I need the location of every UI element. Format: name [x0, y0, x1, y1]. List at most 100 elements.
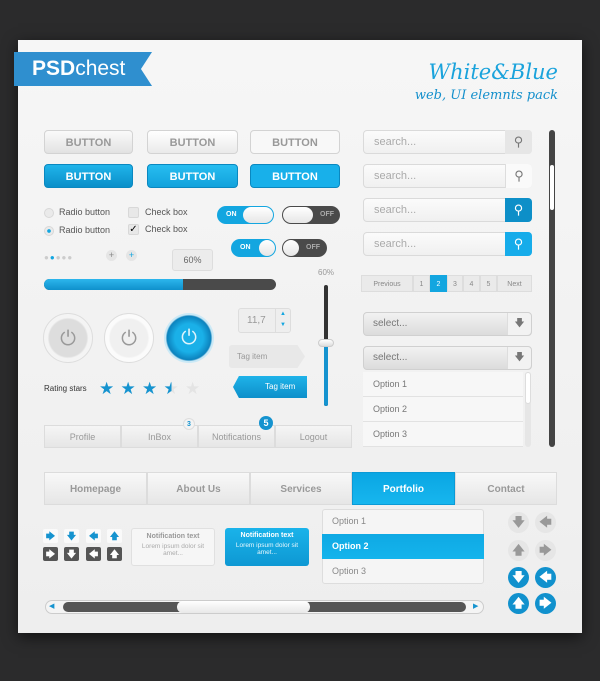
arrow-left-icon[interactable]: 🡄 — [86, 547, 101, 561]
select-dropdown[interactable]: select... 🡇 — [363, 346, 532, 370]
search-input[interactable]: search... ⚲ — [363, 130, 532, 154]
plus-icon[interactable]: + — [106, 250, 117, 261]
stepper-value: 11,7 — [247, 315, 266, 326]
star-icon[interactable]: ★ — [142, 379, 157, 399]
pagination-page[interactable]: 3 — [447, 275, 463, 292]
checkbox-checked[interactable]: ✓ — [128, 224, 139, 235]
gray-button-hover[interactable]: BUTTON — [147, 130, 238, 154]
options-scrollbar[interactable] — [525, 372, 531, 447]
select-dropdown[interactable]: select... 🡇 — [363, 312, 532, 336]
progress-tooltip: 60% — [172, 249, 213, 271]
blue-button[interactable]: BUTTON — [44, 164, 133, 188]
tab-logout[interactable]: Logout — [275, 425, 352, 448]
toggle-on[interactable]: ON — [217, 206, 274, 224]
plus-icon-active[interactable]: + — [126, 250, 137, 261]
arrow-right-icon[interactable]: 🡆 — [535, 540, 556, 561]
power-icon-active[interactable]: ⏻ — [164, 313, 214, 363]
select-option[interactable]: Option 3 — [363, 422, 523, 447]
progress-bar — [44, 279, 276, 290]
nav-contact[interactable]: Contact — [455, 472, 557, 505]
notification-title: Notification text — [240, 532, 294, 539]
star-icon[interactable]: ★ — [185, 379, 200, 399]
pagination-page[interactable]: 5 — [480, 275, 497, 292]
nav-services[interactable]: Services — [250, 472, 352, 505]
blue-button-hover[interactable]: BUTTON — [147, 164, 238, 188]
nav-portfolio-active[interactable]: Portfolio — [352, 472, 455, 505]
arrow-right-icon[interactable]: 🡆 — [43, 547, 58, 561]
arrow-down-icon[interactable]: 🡇 — [64, 547, 79, 561]
dropdown-option[interactable]: Option 1 — [322, 509, 484, 534]
search-placeholder: search... — [374, 170, 417, 182]
select-option[interactable]: Option 2 — [363, 397, 523, 422]
pagination-page-active[interactable]: 2 — [430, 275, 447, 292]
arrow-left-icon[interactable]: 🡄 — [535, 567, 556, 588]
arrow-left-icon[interactable]: 🡄 — [535, 512, 556, 533]
notification-light: Notification text Lorem ipsum dolor sit a… — [131, 528, 215, 566]
notification-body: Lorem ipsum dolor sit amet... — [141, 543, 205, 557]
kit-subtitle: web, UI elemnts pack — [414, 88, 558, 103]
tag-item[interactable]: Tag item — [229, 345, 305, 368]
star-icon[interactable]: ★ — [99, 379, 114, 399]
arrow-left-icon[interactable]: 🡄 — [86, 529, 101, 543]
stepper-arrows-icon[interactable]: ▲ ▼ — [275, 309, 290, 332]
notification-body: Lorem ipsum dolor sit amet... — [235, 542, 299, 556]
arrow-up-icon[interactable]: 🡅 — [107, 529, 122, 543]
logo-light: chest — [75, 57, 126, 80]
slider-value-label: 60% — [318, 268, 335, 277]
notification-blue: Notification text Lorem ipsum dolor sit a… — [225, 528, 309, 566]
nav-homepage[interactable]: Homepage — [44, 472, 147, 505]
search-icon[interactable]: ⚲ — [505, 164, 532, 188]
star-icon[interactable]: ★ — [164, 379, 179, 399]
search-input[interactable]: search... ⚲ — [363, 232, 532, 256]
toggle-on-label: ON — [240, 244, 251, 251]
scrollbar-thumb[interactable] — [550, 165, 554, 210]
checkbox-label: Check box — [145, 224, 188, 234]
power-icon[interactable]: ⏻ — [104, 313, 154, 363]
search-icon[interactable]: ⚲ — [505, 198, 532, 222]
search-input[interactable]: search... ⚲ — [363, 198, 532, 222]
pagination-page[interactable]: 4 — [463, 275, 480, 292]
search-icon[interactable]: ⚲ — [505, 130, 532, 154]
arrow-up-icon[interactable]: 🡅 — [508, 540, 529, 561]
arrow-down-icon[interactable]: 🡇 — [64, 529, 79, 543]
radio-button[interactable] — [44, 208, 54, 218]
dropdown-option[interactable]: Option 3 — [322, 559, 484, 584]
select-value: select... — [373, 318, 408, 329]
gray-button[interactable]: BUTTON — [44, 130, 133, 154]
radio-button-checked[interactable] — [44, 226, 54, 236]
number-stepper[interactable]: 11,7 ▲ ▼ — [238, 308, 291, 333]
horizontal-scrollbar-thumb[interactable] — [177, 601, 310, 613]
notification-title: Notification text — [146, 533, 200, 540]
arrow-up-icon[interactable]: 🡅 — [107, 547, 122, 561]
scroll-left-icon[interactable]: ◀ — [49, 602, 54, 610]
tab-profile[interactable]: Profile — [44, 425, 121, 448]
pagination-next[interactable]: Next — [497, 275, 532, 292]
pagination-page[interactable]: 1 — [413, 275, 430, 292]
arrow-right-icon[interactable]: 🡆 — [535, 593, 556, 614]
toggle-off[interactable]: OFF — [282, 206, 340, 224]
blue-button-pressed[interactable]: BUTTON — [250, 164, 340, 188]
toggle-on-small[interactable]: ON — [231, 239, 276, 257]
toggle-off-small[interactable]: OFF — [282, 239, 327, 257]
arrow-down-icon[interactable]: 🡇 — [508, 512, 529, 533]
pager-dots[interactable]: ●●●●● — [44, 253, 73, 262]
select-option[interactable]: Option 1 — [363, 372, 523, 397]
arrow-down-icon[interactable]: 🡇 — [507, 313, 531, 335]
power-icon[interactable]: ⏻ — [43, 313, 93, 363]
search-icon[interactable]: ⚲ — [505, 232, 532, 256]
radio-label: Radio button — [59, 225, 111, 235]
pagination-previous[interactable]: Previous — [361, 275, 413, 292]
arrow-right-icon[interactable]: 🡆 — [43, 529, 58, 543]
search-input[interactable]: search... ⚲ — [363, 164, 532, 188]
dropdown-option-selected[interactable]: Option 2 — [322, 534, 484, 559]
nav-about-us[interactable]: About Us — [147, 472, 250, 505]
star-icon[interactable]: ★ — [121, 379, 136, 399]
arrow-down-icon[interactable]: 🡇 — [507, 347, 531, 369]
arrow-up-icon[interactable]: 🡅 — [508, 593, 529, 614]
tag-item-active[interactable]: Tag item — [233, 376, 307, 398]
arrow-down-icon[interactable]: 🡇 — [508, 567, 529, 588]
scroll-right-icon[interactable]: ▶ — [473, 602, 478, 610]
vertical-slider-thumb[interactable] — [318, 339, 334, 348]
gray-button-pressed[interactable]: BUTTON — [250, 130, 340, 154]
checkbox[interactable] — [128, 207, 139, 218]
